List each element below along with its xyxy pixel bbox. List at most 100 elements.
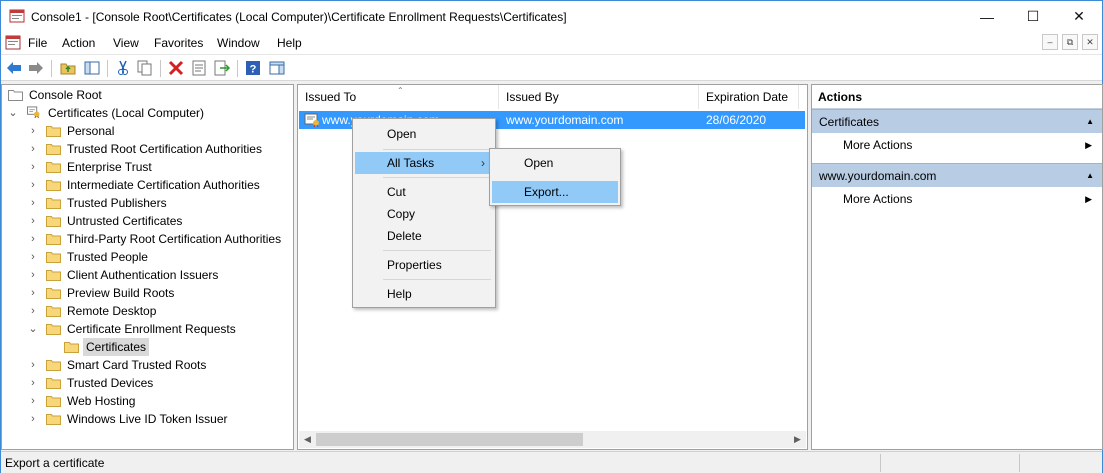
- menu-help[interactable]: Help: [277, 36, 302, 50]
- mdi-restore-button[interactable]: ⧉: [1062, 34, 1078, 50]
- tree-item-intermediate-ca[interactable]: › Intermediate Certification Authorities: [28, 176, 288, 194]
- collapse-up-icon[interactable]: ▲: [1086, 110, 1094, 134]
- scroll-right-icon[interactable]: ▶: [789, 432, 806, 447]
- tree-label: Client Authentication Issuers: [67, 268, 219, 282]
- minimize-button[interactable]: —: [964, 1, 1010, 32]
- menu-item-cut[interactable]: Cut: [355, 181, 493, 203]
- properties-icon[interactable]: [190, 59, 208, 77]
- tree-label: Certificates: [83, 338, 150, 356]
- tree-label: Personal: [67, 124, 115, 138]
- forward-icon[interactable]: [27, 59, 45, 77]
- chevron-right-icon[interactable]: ›: [28, 374, 38, 392]
- folder-icon: [46, 252, 61, 263]
- tree-item-personal[interactable]: › Personal: [28, 122, 288, 140]
- collapse-up-icon[interactable]: ▲: [1086, 164, 1094, 188]
- back-icon[interactable]: [5, 59, 23, 77]
- tree-label: Remote Desktop: [67, 304, 157, 318]
- chevron-right-icon[interactable]: ›: [28, 266, 38, 284]
- copy-icon[interactable]: [136, 59, 154, 77]
- mmc-app-icon: [9, 9, 25, 23]
- action-section-title: Certificates: [819, 115, 880, 129]
- chevron-right-icon[interactable]: ›: [28, 230, 38, 248]
- show-hide-tree-icon[interactable]: [83, 59, 101, 77]
- tree-item-remote-desktop[interactable]: › Remote Desktop: [28, 302, 288, 320]
- chevron-right-icon[interactable]: ›: [28, 140, 38, 158]
- menu-item-copy[interactable]: Copy: [355, 203, 493, 225]
- tree-item-trusted-publishers[interactable]: › Trusted Publishers: [28, 194, 288, 212]
- column-header-issued-by[interactable]: Issued By: [499, 85, 699, 109]
- menu-item-open[interactable]: Open: [355, 123, 493, 145]
- chevron-down-icon[interactable]: ⌄: [28, 320, 38, 338]
- chevron-right-icon[interactable]: ›: [28, 194, 38, 212]
- cut-icon[interactable]: [114, 59, 132, 77]
- tree-label: Certificate Enrollment Requests: [67, 322, 236, 336]
- export-list-icon[interactable]: [213, 59, 231, 77]
- chevron-right-icon[interactable]: ›: [28, 392, 38, 410]
- tree-item-trusted-root-ca[interactable]: › Trusted Root Certification Authorities: [28, 140, 288, 158]
- folder-open-icon: [46, 324, 61, 335]
- menu-item-help[interactable]: Help: [355, 283, 493, 305]
- menu-action[interactable]: Action: [62, 36, 95, 50]
- tree-label: Enterprise Trust: [67, 160, 152, 174]
- submenu-item-open[interactable]: Open: [492, 152, 618, 174]
- menu-item-delete[interactable]: Delete: [355, 225, 493, 247]
- tree-item-certificates-selected[interactable]: Certificates: [64, 338, 288, 356]
- menu-window[interactable]: Window: [217, 36, 260, 50]
- tree-item-preview-build-roots[interactable]: › Preview Build Roots: [28, 284, 288, 302]
- tree-item-trusted-people[interactable]: › Trusted People: [28, 248, 288, 266]
- action-label: More Actions: [843, 138, 913, 152]
- show-hide-action-pane-icon[interactable]: [268, 59, 286, 77]
- menu-item-all-tasks[interactable]: All Tasks ›: [355, 152, 493, 174]
- folder-icon: [46, 198, 61, 209]
- delete-icon[interactable]: [167, 59, 185, 77]
- help-icon[interactable]: ?: [244, 59, 262, 77]
- tree-label: Untrusted Certificates: [67, 214, 183, 228]
- certificate-store-icon: [27, 106, 40, 118]
- status-bar: Export a certificate: [1, 451, 1102, 473]
- menu-item-properties[interactable]: Properties: [355, 254, 493, 276]
- chevron-right-icon[interactable]: ›: [28, 176, 38, 194]
- submenu-item-export[interactable]: Export...: [492, 181, 618, 203]
- tree-label: Trusted People: [67, 250, 148, 264]
- tree-item-windows-live-id-token-issuer[interactable]: › Windows Live ID Token Issuer: [28, 410, 288, 428]
- action-section-selected-item[interactable]: www.yourdomain.com ▲: [812, 163, 1102, 187]
- chevron-right-icon[interactable]: ›: [28, 122, 38, 140]
- tree-item-enterprise-trust[interactable]: › Enterprise Trust: [28, 158, 288, 176]
- console-icon[interactable]: [5, 35, 21, 50]
- console-tree[interactable]: Console Root ⌄ Certificates (Local Compu…: [1, 84, 294, 450]
- menu-view[interactable]: View: [113, 36, 139, 50]
- tree-item-smart-card-trusted-roots[interactable]: › Smart Card Trusted Roots: [28, 356, 288, 374]
- mdi-minimize-button[interactable]: –: [1042, 34, 1058, 50]
- chevron-right-icon[interactable]: ›: [28, 356, 38, 374]
- column-header-issued-to[interactable]: Issued To: [298, 85, 499, 109]
- scroll-left-icon[interactable]: ◀: [299, 432, 316, 447]
- tree-item-trusted-devices[interactable]: › Trusted Devices: [28, 374, 288, 392]
- menu-favorites[interactable]: Favorites: [154, 36, 203, 50]
- action-more-actions[interactable]: More Actions ▶: [812, 188, 1102, 210]
- action-more-actions[interactable]: More Actions ▶: [812, 134, 1102, 156]
- tree-item-certificates-local-computer[interactable]: ⌄ Certificates (Local Computer): [8, 104, 288, 122]
- column-header-expiration-date[interactable]: Expiration Date: [699, 85, 799, 109]
- chevron-right-icon[interactable]: ›: [28, 410, 38, 428]
- up-folder-icon[interactable]: [59, 59, 77, 77]
- action-section-certificates[interactable]: Certificates ▲: [812, 109, 1102, 133]
- chevron-right-icon[interactable]: ›: [28, 302, 38, 320]
- chevron-right-icon[interactable]: ›: [28, 248, 38, 266]
- chevron-right-icon[interactable]: ›: [28, 212, 38, 230]
- horizontal-scrollbar[interactable]: ◀ ▶: [299, 431, 806, 448]
- tree-item-third-party-root-ca[interactable]: › Third-Party Root Certification Authori…: [28, 230, 288, 248]
- maximize-button[interactable]: ☐: [1010, 1, 1056, 32]
- tree-item-certificate-enrollment-requests[interactable]: ⌄ Certificate Enrollment Requests: [28, 320, 288, 338]
- chevron-down-icon[interactable]: ⌄: [8, 104, 18, 122]
- tree-item-untrusted-certificates[interactable]: › Untrusted Certificates: [28, 212, 288, 230]
- tree-item-client-authentication-issuers[interactable]: › Client Authentication Issuers: [28, 266, 288, 284]
- tree-item-web-hosting[interactable]: › Web Hosting: [28, 392, 288, 410]
- scrollbar-thumb[interactable]: [316, 433, 583, 446]
- mdi-close-button[interactable]: ✕: [1082, 34, 1098, 50]
- chevron-right-icon[interactable]: ›: [28, 284, 38, 302]
- tree-item-console-root[interactable]: Console Root: [8, 86, 288, 104]
- chevron-right-icon[interactable]: ›: [28, 158, 38, 176]
- close-button[interactable]: ✕: [1056, 1, 1102, 32]
- menu-file[interactable]: File: [28, 36, 47, 50]
- submenu-arrow-icon: ▶: [1085, 194, 1092, 204]
